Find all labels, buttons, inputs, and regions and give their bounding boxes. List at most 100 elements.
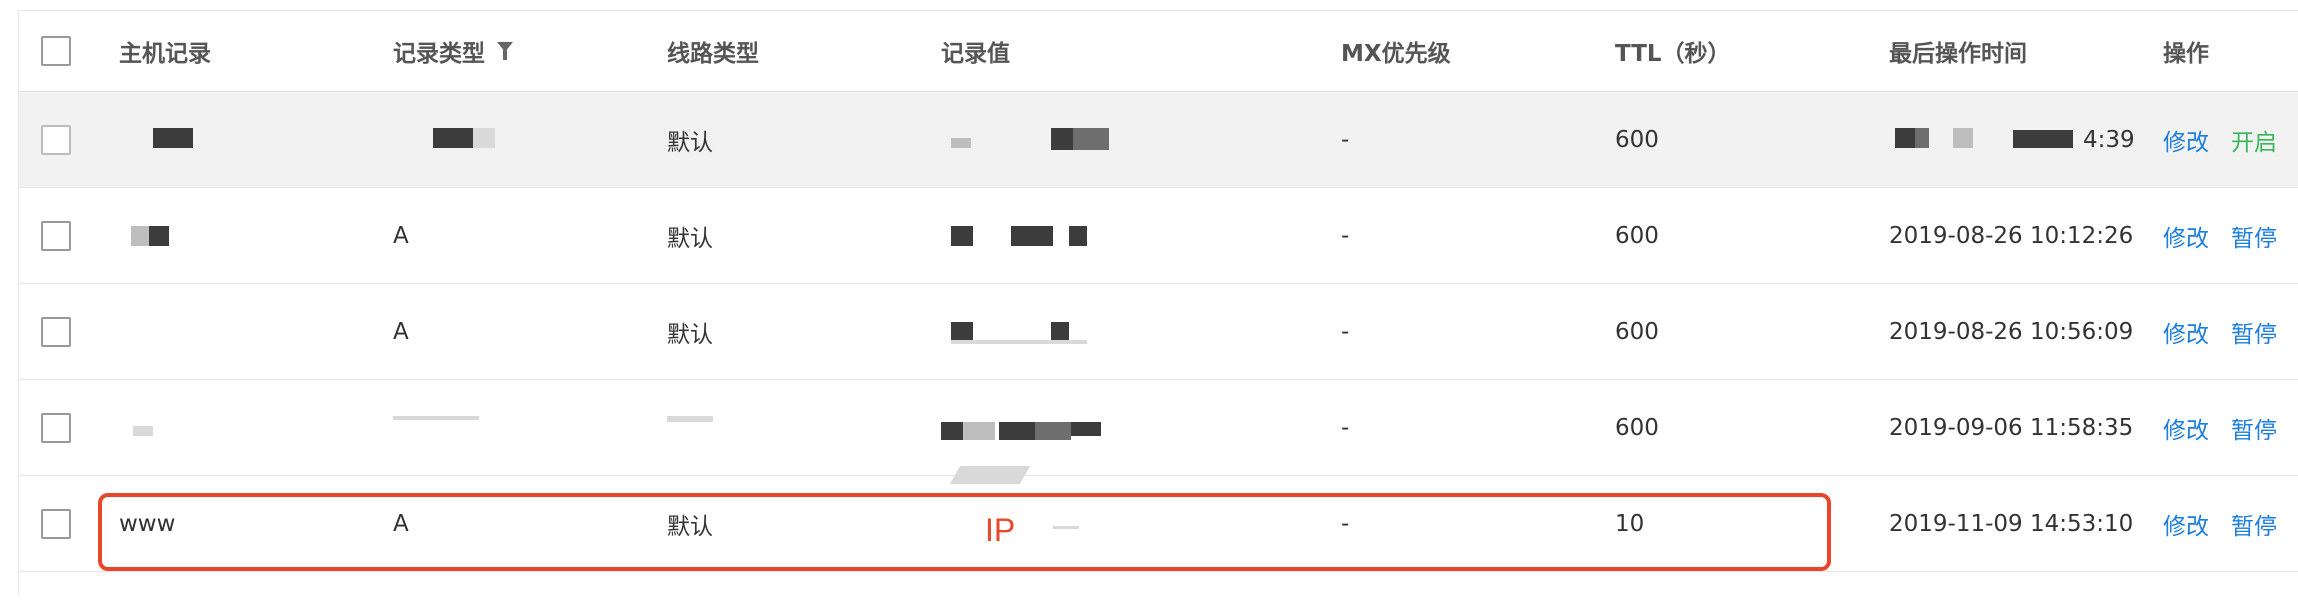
filter-icon[interactable]: [497, 42, 513, 60]
row-time: 4:39: [1889, 92, 2149, 187]
header-checkbox-cell: [41, 11, 81, 91]
redacted-line: [667, 416, 713, 422]
row-time: 2019-08-26 10:56:09: [1889, 318, 2134, 345]
row-mx: -: [1341, 318, 1350, 345]
header-type-label: 记录类型: [393, 41, 485, 67]
row-ops: 修改 暂停: [2163, 380, 2298, 475]
row-line: 默认: [667, 129, 713, 156]
row-value: [941, 92, 1321, 187]
redacted-value-c: [1073, 128, 1109, 150]
pause-link[interactable]: 暂停: [2231, 507, 2277, 541]
redacted-host: [153, 128, 193, 148]
row-checkbox[interactable]: [41, 508, 71, 539]
row-time: 2019-09-06 11:58:35: [1889, 414, 2134, 441]
redacted-value-b: [1051, 128, 1073, 150]
redacted-time-d: [2013, 130, 2073, 148]
redacted-value: [951, 226, 973, 246]
row-checkbox-cell: [41, 476, 81, 571]
table-row: www A 默认 - 10 2019-11-09 14:53:10 修改 暂停: [19, 476, 2298, 572]
row-line: [667, 380, 927, 475]
pause-link[interactable]: 暂停: [2231, 315, 2277, 349]
select-all-checkbox[interactable]: [41, 36, 71, 66]
row-checkbox[interactable]: [41, 412, 71, 443]
row-host: [119, 284, 379, 379]
redacted-value-c: [1069, 226, 1087, 246]
redacted-value-e: [1071, 422, 1101, 436]
row-host: www: [119, 510, 176, 537]
row-checkbox-cell: [41, 188, 81, 283]
row-mx: -: [1341, 414, 1350, 441]
redacted-value: [941, 422, 963, 440]
header-mx: MX优先级: [1341, 41, 1451, 67]
row-checkbox[interactable]: [41, 316, 71, 347]
row-value: [941, 188, 1321, 283]
row-time: 2019-11-09 14:53:10: [1889, 510, 2134, 537]
table-header: 主机记录 记录类型 线路类型 记录值 MX优先级 TTL（秒） 最后操作时间 操…: [19, 11, 2298, 92]
redacted-type: [393, 416, 479, 420]
row-ops: 修改 暂停: [2163, 476, 2298, 571]
row-value: [941, 284, 1321, 379]
redacted-host-b: [149, 226, 169, 246]
redacted-type-tail: [473, 128, 495, 148]
dns-records-table: 主机记录 记录类型 线路类型 记录值 MX优先级 TTL（秒） 最后操作时间 操…: [18, 10, 2298, 595]
row-ops: 修改 开启: [2163, 92, 2298, 187]
annotation-ip-label: IP: [985, 512, 1016, 548]
row-checkbox-cell: [41, 92, 81, 187]
row-value: [941, 380, 1321, 475]
header-time: 最后操作时间: [1889, 41, 2027, 67]
redacted-value-b: [1051, 322, 1069, 340]
row-host: [119, 188, 379, 283]
redacted-host: [131, 226, 149, 246]
edit-link[interactable]: 修改: [2163, 315, 2209, 349]
row-ttl: 600: [1615, 222, 1659, 249]
table-row: 默认 - 600 4:39 修改 开启: [19, 92, 2298, 188]
pause-link[interactable]: 暂停: [2231, 411, 2277, 445]
header-value: 记录值: [941, 41, 1010, 67]
row-line: 默认: [667, 321, 713, 348]
redacted-value-c: [951, 340, 1087, 344]
edit-link[interactable]: 修改: [2163, 219, 2209, 253]
row-time: 2019-08-26 10:12:26: [1889, 222, 2134, 249]
redacted-value-b: [1011, 226, 1053, 246]
row-mx: -: [1341, 510, 1350, 537]
row-ops: 修改 暂停: [2163, 284, 2298, 379]
redacted-time-c: [1953, 128, 1973, 148]
row-checkbox-cell: [41, 380, 81, 475]
edit-link[interactable]: 修改: [2163, 123, 2209, 157]
row-host: [119, 92, 379, 187]
header-host: 主机记录: [119, 41, 211, 67]
row-type: [393, 380, 653, 475]
row-type: A: [393, 222, 409, 249]
header-line: 线路类型: [667, 41, 759, 67]
row-line: 默认: [667, 225, 713, 252]
redacted-value-c: [999, 422, 1035, 440]
redacted-value-b: [963, 422, 995, 440]
header-type[interactable]: 记录类型: [393, 11, 653, 91]
row-mx: -: [1341, 222, 1350, 249]
row-checkbox[interactable]: [41, 220, 71, 251]
row-checkbox-cell: [41, 284, 81, 379]
row-type: A: [393, 318, 409, 345]
table-row-partial: [19, 572, 2298, 602]
row-ttl: 600: [1615, 318, 1659, 345]
row-ops: 修改 暂停: [2163, 188, 2298, 283]
table-row: - 600 2019-09-06 11:58:35 修改 暂停: [19, 380, 2298, 476]
redacted-time-b: [1915, 128, 1929, 148]
left-margin: [0, 0, 18, 594]
edit-link[interactable]: 修改: [2163, 507, 2209, 541]
row-host: [119, 380, 379, 475]
enable-link[interactable]: 开启: [2231, 123, 2277, 157]
table-row: A 默认 - 600 2019-08-26 10:56:09 修改 暂停: [19, 284, 2298, 380]
row-time-visible: 4:39: [2083, 126, 2135, 153]
redacted-time: [1895, 128, 1915, 148]
pause-link[interactable]: 暂停: [2231, 219, 2277, 253]
redacted-value: [1053, 526, 1079, 529]
row-line: 默认: [667, 513, 713, 540]
edit-link[interactable]: 修改: [2163, 411, 2209, 445]
row-checkbox[interactable]: [41, 124, 71, 155]
row-type: [393, 92, 653, 187]
redacted-value-d: [1035, 422, 1071, 440]
row-ttl: 600: [1615, 414, 1659, 441]
table-row: A 默认 - 600 2019-08-26 10:12:26 修改 暂停: [19, 188, 2298, 284]
header-ops: 操作: [2163, 41, 2209, 67]
